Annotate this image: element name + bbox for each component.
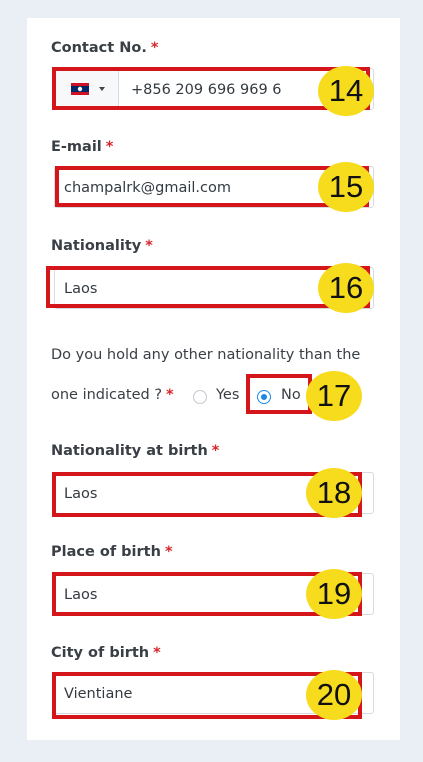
other-nationality-question-line2: one indicated ? * [51,387,174,403]
nationality-at-birth-label: Nationality at birth * [51,443,220,459]
radio-yes[interactable] [193,390,207,404]
email-label: E-mail * [51,139,114,155]
step-badge-18: 18 [306,468,362,518]
required-mark: * [105,139,114,155]
step-badge-20: 20 [306,670,362,720]
step-badge-17: 17 [306,371,362,421]
place-of-birth-label: Place of birth * [51,544,173,560]
city-of-birth-label: City of birth * [51,645,161,661]
nationality-label: Nationality * [51,238,153,254]
step-badge-19: 19 [306,569,362,619]
required-mark: * [150,40,159,56]
required-mark: * [211,443,220,459]
required-mark: * [153,645,161,661]
radio-yes-label[interactable]: Yes [216,387,239,403]
step-badge-15: 15 [318,162,374,212]
required-mark: * [145,238,153,254]
other-nationality-highlight [246,374,312,414]
contact-label: Contact No. * [51,40,159,56]
other-nationality-question-line1: Do you hold any other nationality than t… [51,347,361,363]
step-badge-14: 14 [318,66,374,116]
required-mark: * [164,544,173,560]
step-badge-16: 16 [318,263,374,313]
required-mark: * [166,387,174,403]
